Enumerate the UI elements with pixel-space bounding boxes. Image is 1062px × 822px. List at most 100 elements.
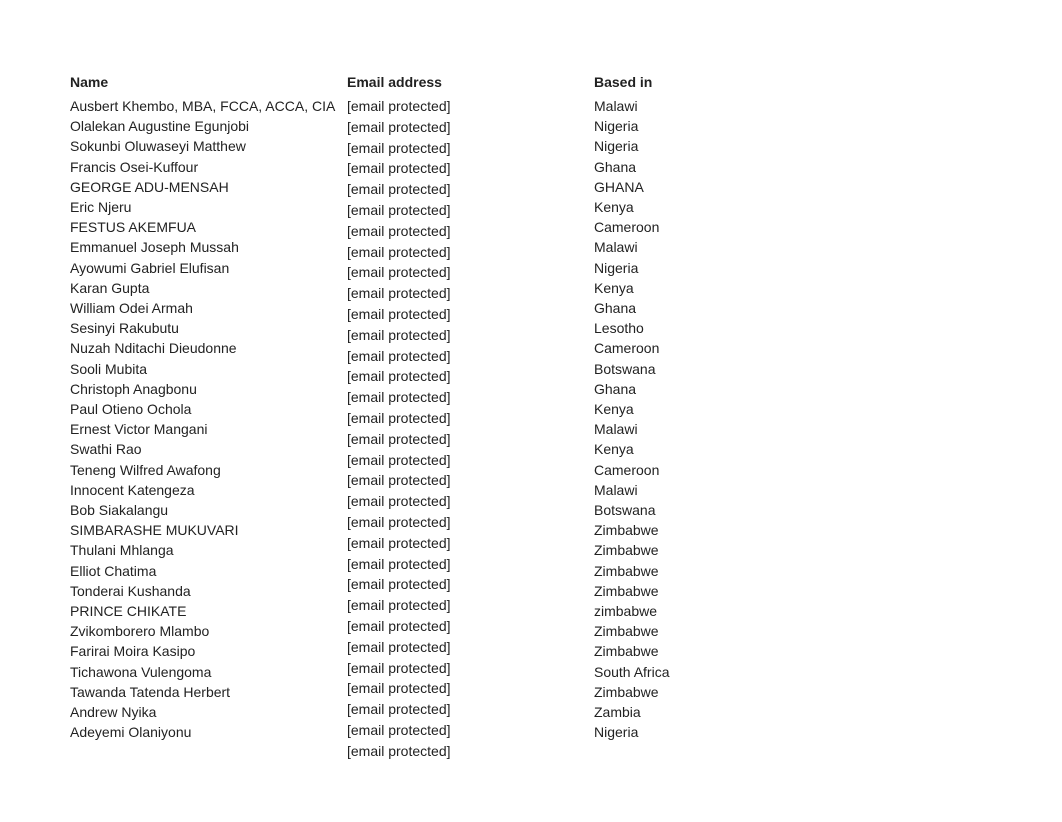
name-cell: Christoph Anagbonu	[70, 379, 347, 399]
based-cell: Nigeria	[594, 116, 794, 136]
based-cell: Malawi	[594, 96, 794, 116]
based-cell: South Africa	[594, 662, 794, 682]
header-based: Based in	[594, 72, 794, 92]
email-cell[interactable]: [email protected]	[347, 158, 594, 179]
based-cell: Malawi	[594, 237, 794, 257]
name-cell: Thulani Mhlanga	[70, 540, 347, 560]
email-cell[interactable]: [email protected]	[347, 221, 594, 242]
based-cell: Malawi	[594, 419, 794, 439]
page-content: Name Ausbert Khembo, MBA, FCCA, ACCA, CI…	[0, 0, 1062, 802]
based-cell: Ghana	[594, 298, 794, 318]
email-cell[interactable]: [email protected]	[347, 699, 594, 720]
based-cell: Zimbabwe	[594, 621, 794, 641]
name-cell: FESTUS AKEMFUA	[70, 217, 347, 237]
email-cell[interactable]: [email protected]	[347, 637, 594, 658]
column-name: Name Ausbert Khembo, MBA, FCCA, ACCA, CI…	[70, 72, 347, 762]
name-cell: Olalekan Augustine Egunjobi	[70, 116, 347, 136]
name-cell: Ayowumi Gabriel Elufisan	[70, 258, 347, 278]
based-cell: Zimbabwe	[594, 682, 794, 702]
column-based: Based in MalawiNigeriaNigeriaGhanaGHANAK…	[594, 72, 794, 762]
based-cell: Zimbabwe	[594, 540, 794, 560]
based-cell: Cameroon	[594, 217, 794, 237]
based-cell: Nigeria	[594, 722, 794, 742]
based-cell: Kenya	[594, 197, 794, 217]
table: Name Ausbert Khembo, MBA, FCCA, ACCA, CI…	[70, 72, 992, 762]
name-cell: Tichawona Vulengoma	[70, 662, 347, 682]
email-cell[interactable]: [email protected]	[347, 283, 594, 304]
email-cell[interactable]: [email protected]	[347, 325, 594, 346]
based-cell: Botswana	[594, 359, 794, 379]
name-cell: Francis Osei-Kuffour	[70, 157, 347, 177]
name-cell: Zvikomborero Mlambo	[70, 621, 347, 641]
column-email: Email address [email protected][email pr…	[347, 72, 594, 762]
based-cell: zimbabwe	[594, 601, 794, 621]
based-cell: GHANA	[594, 177, 794, 197]
email-cell[interactable]: [email protected]	[347, 429, 594, 450]
name-cell: Bob Siakalangu	[70, 500, 347, 520]
email-cell[interactable]: [email protected]	[347, 304, 594, 325]
email-cell[interactable]: [email protected]	[347, 491, 594, 512]
based-cell: Kenya	[594, 278, 794, 298]
email-cell[interactable]: [email protected]	[347, 533, 594, 554]
based-cell: Kenya	[594, 399, 794, 419]
name-cell: Tawanda Tatenda Herbert	[70, 682, 347, 702]
header-email: Email address	[347, 72, 594, 92]
email-cell[interactable]: [email protected]	[347, 554, 594, 575]
name-cell: PRINCE CHIKATE	[70, 601, 347, 621]
based-cell: Ghana	[594, 379, 794, 399]
header-name: Name	[70, 72, 347, 92]
based-cell: Zimbabwe	[594, 520, 794, 540]
based-cell: Nigeria	[594, 258, 794, 278]
name-cell: Karan Gupta	[70, 278, 347, 298]
name-cell: Sokunbi Oluwaseyi Matthew	[70, 136, 347, 156]
name-cell: GEORGE ADU-MENSAH	[70, 177, 347, 197]
name-cell: Paul Otieno Ochola	[70, 399, 347, 419]
name-cell: Andrew Nyika	[70, 702, 347, 722]
email-cell[interactable]: [email protected]	[347, 366, 594, 387]
name-cell: Nuzah Nditachi Dieudonne	[70, 338, 347, 358]
name-cell: Ausbert Khembo, MBA, FCCA, ACCA, CIA	[70, 96, 347, 116]
email-cell[interactable]: [email protected]	[347, 242, 594, 263]
email-cell[interactable]: [email protected]	[347, 678, 594, 699]
email-cell[interactable]: [email protected]	[347, 387, 594, 408]
name-cell: Teneng Wilfred Awafong	[70, 460, 347, 480]
email-cell[interactable]: [email protected]	[347, 512, 594, 533]
based-cell: Zimbabwe	[594, 641, 794, 661]
email-cell[interactable]: [email protected]	[347, 346, 594, 367]
based-cell: Kenya	[594, 439, 794, 459]
based-cell: Zimbabwe	[594, 581, 794, 601]
based-cell: Nigeria	[594, 136, 794, 156]
email-cell[interactable]: [email protected]	[347, 720, 594, 741]
name-cell: Sesinyi Rakubutu	[70, 318, 347, 338]
name-cell: Emmanuel Joseph Mussah	[70, 237, 347, 257]
name-cell: Elliot Chatima	[70, 561, 347, 581]
name-cell: SIMBARASHE MUKUVARI	[70, 520, 347, 540]
name-cell: Swathi Rao	[70, 439, 347, 459]
email-cell[interactable]: [email protected]	[347, 450, 594, 471]
email-cell[interactable]: [email protected]	[347, 262, 594, 283]
email-cell[interactable]: [email protected]	[347, 470, 594, 491]
email-cell[interactable]: [email protected]	[347, 741, 594, 762]
based-cell: Botswana	[594, 500, 794, 520]
name-cell: Tonderai Kushanda	[70, 581, 347, 601]
name-cell: Ernest Victor Mangani	[70, 419, 347, 439]
email-cell[interactable]: [email protected]	[347, 179, 594, 200]
based-cell: Cameroon	[594, 460, 794, 480]
email-cell[interactable]: [email protected]	[347, 595, 594, 616]
based-cell: Cameroon	[594, 338, 794, 358]
email-cell[interactable]: [email protected]	[347, 138, 594, 159]
name-cell: Adeyemi Olaniyonu	[70, 722, 347, 742]
based-cell: Lesotho	[594, 318, 794, 338]
email-cell[interactable]: [email protected]	[347, 408, 594, 429]
email-cell[interactable]: [email protected]	[347, 616, 594, 637]
email-cell[interactable]: [email protected]	[347, 96, 594, 117]
name-cell: Sooli Mubita	[70, 359, 347, 379]
name-cell: Innocent Katengeza	[70, 480, 347, 500]
email-cell[interactable]: [email protected]	[347, 574, 594, 595]
email-cell[interactable]: [email protected]	[347, 200, 594, 221]
based-cell: Ghana	[594, 157, 794, 177]
email-cell[interactable]: [email protected]	[347, 117, 594, 138]
name-cell: Eric Njeru	[70, 197, 347, 217]
email-cell[interactable]: [email protected]	[347, 658, 594, 679]
name-cell: Farirai Moira Kasipo	[70, 641, 347, 661]
